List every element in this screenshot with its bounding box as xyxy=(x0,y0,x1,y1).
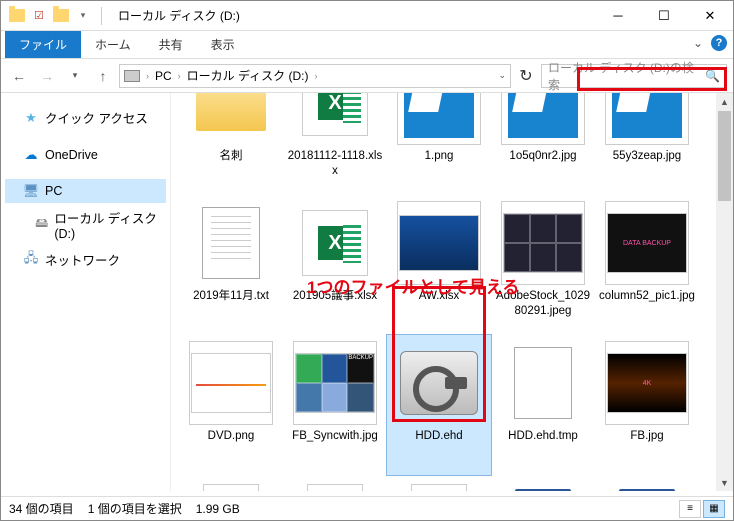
chevron-right-icon[interactable]: › xyxy=(178,71,181,81)
tree-network[interactable]: 🖧ネットワーク xyxy=(5,246,166,273)
excel-icon: X xyxy=(307,484,363,491)
generic-file-icon xyxy=(514,347,572,419)
image-thumb xyxy=(508,93,578,138)
file-item[interactable]: DVD.png xyxy=(179,335,283,475)
dropdown-icon[interactable]: ▾ xyxy=(75,8,91,24)
file-item[interactable]: BACKUPFB_Syncwith.jpg xyxy=(283,335,387,475)
file-item[interactable]: AW.xlsx xyxy=(387,195,491,335)
search-input[interactable]: ローカル ディスク (D:)の検索 🔍 xyxy=(541,64,727,88)
excel-icon: X xyxy=(203,484,259,491)
separator xyxy=(101,7,102,25)
tab-share[interactable]: 共有 xyxy=(145,31,197,58)
tree-pc[interactable]: 🖥PC xyxy=(5,179,166,203)
image-thumb xyxy=(191,353,271,413)
ehd-file-icon xyxy=(400,351,478,415)
drive-icon xyxy=(124,70,140,82)
excel-icon: X xyxy=(411,484,467,491)
status-bar: 34 個の項目 1 個の項目を選択 1.99 GB ≡ ▦ xyxy=(1,496,733,520)
cloud-icon: ☁ xyxy=(23,147,39,163)
file-item[interactable]: W xyxy=(491,475,595,491)
file-item[interactable]: X xyxy=(283,475,387,491)
network-icon: 🖧 xyxy=(23,252,39,268)
checkbox-icon[interactable]: ☑ xyxy=(31,8,47,24)
search-placeholder: ローカル ディスク (D:)の検索 xyxy=(548,59,705,93)
crumb-pc[interactable]: PC xyxy=(155,69,172,83)
tab-file[interactable]: ファイル xyxy=(5,31,81,58)
address-bar[interactable]: › PC › ローカル ディスク (D:) › ⌄ xyxy=(119,64,511,88)
folder-icon[interactable] xyxy=(53,8,69,24)
window-title: ローカル ディスク (D:) xyxy=(118,7,240,24)
nav-tree: ★クイック アクセス ☁OneDrive 🖥PC 🖴ローカル ディスク (D:)… xyxy=(1,93,171,491)
tab-view[interactable]: 表示 xyxy=(197,31,249,58)
minimize-button[interactable]: ─ xyxy=(595,1,641,31)
image-thumb: BACKUP xyxy=(295,353,375,413)
text-file-icon xyxy=(202,207,260,279)
file-item-selected[interactable]: HDD.ehd xyxy=(387,335,491,475)
excel-icon: X xyxy=(302,210,368,276)
image-thumb: 4K xyxy=(607,353,687,413)
file-item[interactable]: X xyxy=(387,475,491,491)
excel-icon: X xyxy=(302,93,368,136)
tree-drive-d[interactable]: 🖴ローカル ディスク (D:) xyxy=(5,204,166,245)
back-button[interactable]: ← xyxy=(7,64,31,88)
image-thumb: DATA BACKUP xyxy=(607,213,687,273)
title-bar: ☑ ▾ ローカル ディスク (D:) ─ ☐ ✕ xyxy=(1,1,733,31)
ribbon-collapse-icon[interactable]: ⌄ xyxy=(693,36,703,50)
help-icon[interactable]: ? xyxy=(711,35,727,51)
star-icon: ★ xyxy=(23,110,39,126)
image-thumb xyxy=(612,93,682,138)
view-icons-button[interactable]: ▦ xyxy=(703,500,725,518)
file-item[interactable]: 4KFB.jpg xyxy=(595,335,699,475)
scroll-thumb[interactable] xyxy=(718,111,731,201)
status-selection: 1 個の項目を選択 xyxy=(88,500,182,517)
image-thumb xyxy=(399,215,479,271)
file-item[interactable]: AdobeStock_102980291.jpeg xyxy=(491,195,595,335)
window-controls: ─ ☐ ✕ xyxy=(595,1,733,31)
app-icon xyxy=(9,8,25,24)
file-item[interactable]: 1o5q0nr2.jpg xyxy=(491,93,595,195)
status-size: 1.99 GB xyxy=(196,502,240,516)
status-item-count: 34 個の項目 xyxy=(9,500,74,517)
file-item[interactable]: 1.png xyxy=(387,93,491,195)
crumb-drive[interactable]: ローカル ディスク (D:) xyxy=(187,67,309,84)
up-button[interactable]: ↑ xyxy=(91,64,115,88)
chevron-right-icon[interactable]: › xyxy=(146,71,149,81)
refresh-button[interactable]: ↻ xyxy=(515,65,537,87)
image-thumb xyxy=(503,213,583,273)
file-item[interactable]: X201905議事.xlsx xyxy=(283,195,387,335)
close-button[interactable]: ✕ xyxy=(687,1,733,31)
file-item[interactable]: 55y3zeap.jpg xyxy=(595,93,699,195)
file-item[interactable]: 2019年11月.txt xyxy=(179,195,283,335)
file-item[interactable]: X xyxy=(179,475,283,491)
scrollbar[interactable]: ▲ ▼ xyxy=(716,93,733,491)
file-item[interactable]: HDD.ehd.tmp xyxy=(491,335,595,475)
image-thumb xyxy=(404,93,474,138)
drive-icon: 🖴 xyxy=(35,217,48,233)
file-item[interactable]: DATA BACKUPcolumn52_pic1.jpg xyxy=(595,195,699,335)
chevron-right-icon[interactable]: › xyxy=(315,71,318,81)
maximize-button[interactable]: ☐ xyxy=(641,1,687,31)
word-icon: W xyxy=(515,489,571,491)
scroll-down-icon[interactable]: ▼ xyxy=(716,474,733,491)
nav-bar: ← → ▾ ↑ › PC › ローカル ディスク (D:) › ⌄ ↻ ローカル… xyxy=(1,59,733,93)
tree-onedrive[interactable]: ☁OneDrive xyxy=(5,143,166,167)
ribbon-tabs: ファイル ホーム 共有 表示 ⌄ ? xyxy=(1,31,733,59)
forward-button[interactable]: → xyxy=(35,64,59,88)
recent-dropdown-icon[interactable]: ▾ xyxy=(63,64,87,88)
file-item[interactable]: 名刺 xyxy=(179,93,283,195)
address-dropdown-icon[interactable]: ⌄ xyxy=(498,70,506,81)
file-item[interactable]: W xyxy=(595,475,699,491)
search-icon[interactable]: 🔍 xyxy=(705,69,720,83)
tab-home[interactable]: ホーム xyxy=(81,31,145,58)
tree-quick-access[interactable]: ★クイック アクセス xyxy=(5,104,166,131)
quick-access-toolbar: ☑ ▾ xyxy=(1,7,114,25)
folder-icon xyxy=(196,93,266,131)
file-item[interactable]: X20181112-1118.xlsx xyxy=(283,93,387,195)
scroll-up-icon[interactable]: ▲ xyxy=(716,93,733,110)
word-icon: W xyxy=(619,489,675,491)
file-pane: 名刺 X20181112-1118.xlsx 1.png 1o5q0nr2.jp… xyxy=(171,93,733,491)
monitor-icon: 🖥 xyxy=(23,183,39,199)
view-details-button[interactable]: ≡ xyxy=(679,500,701,518)
